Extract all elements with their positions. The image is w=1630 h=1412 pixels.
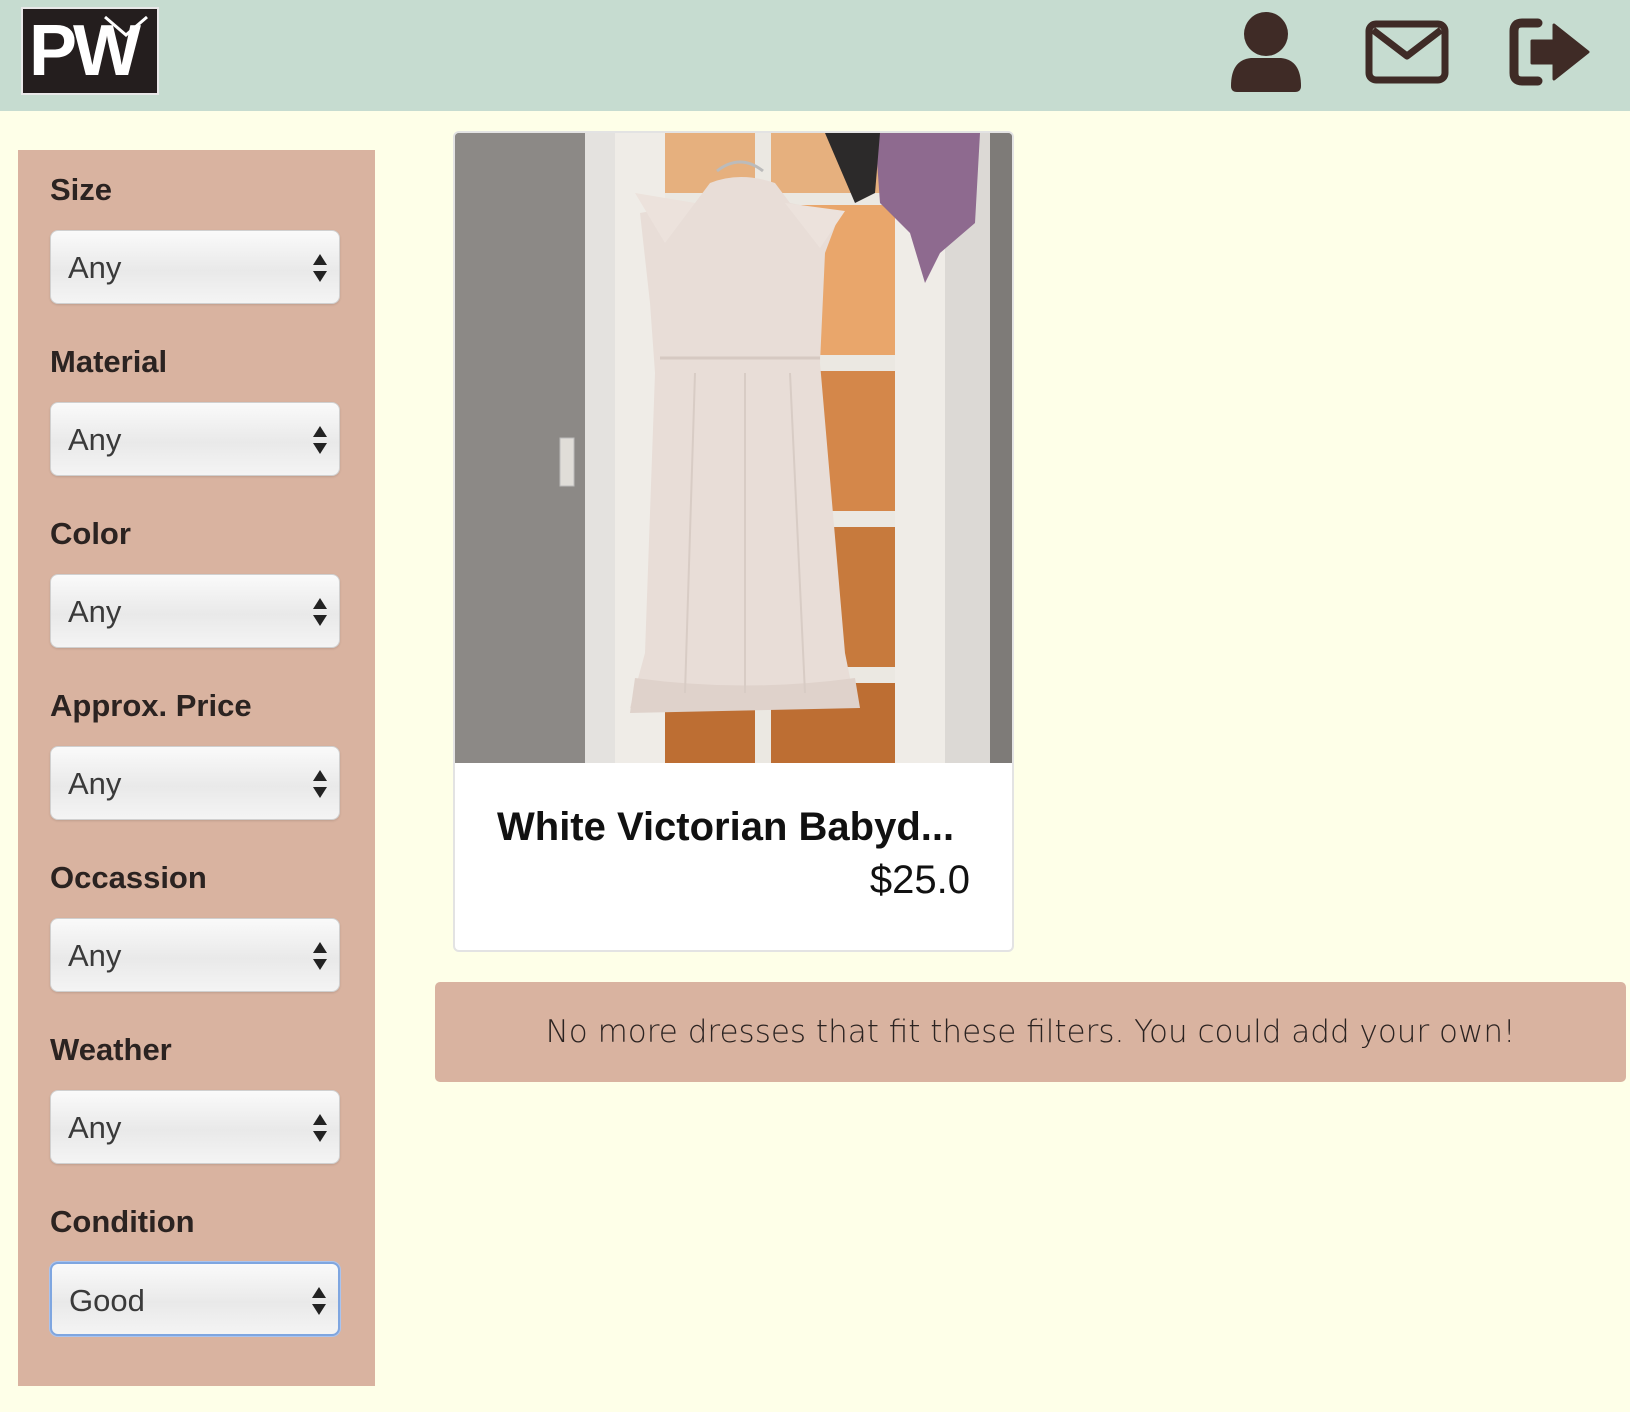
sign-out-icon [1509, 18, 1590, 86]
material-select-value: Any [68, 422, 122, 457]
logout-button[interactable] [1505, 10, 1595, 94]
messages-button[interactable] [1362, 10, 1452, 94]
top-nav-bar: PW [0, 0, 1630, 111]
weather-select-value: Any [68, 1110, 122, 1145]
pw-logo[interactable]: PW [21, 7, 159, 95]
dress-photo-illustration [455, 133, 1012, 763]
select-arrows-icon [313, 426, 327, 454]
price-select-value: Any [68, 766, 122, 801]
select-arrows-icon [313, 598, 327, 626]
filter-label-weather: Weather [50, 1032, 172, 1067]
dress-photo[interactable] [455, 133, 1012, 763]
occasion-select-value: Any [68, 938, 122, 973]
dress-listing-card[interactable]: White Victorian Babyd... $25.0 [453, 131, 1014, 952]
listing-title[interactable]: White Victorian Babyd... [497, 805, 954, 850]
filter-label-material: Material [50, 344, 168, 379]
condition-select-value: Good [69, 1283, 145, 1318]
price-select[interactable]: Any [50, 746, 340, 820]
size-select[interactable]: Any [50, 230, 340, 304]
size-select-value: Any [68, 250, 122, 285]
filter-label-size: Size [50, 172, 113, 207]
envelope-icon [1365, 20, 1449, 84]
no-more-results-notice: No more dresses that fit these filters. … [435, 982, 1626, 1082]
select-arrows-icon [313, 942, 327, 970]
weather-select[interactable]: Any [50, 1090, 340, 1164]
filter-label-price: Approx. Price [50, 688, 252, 723]
occasion-select[interactable]: Any [50, 918, 340, 992]
logo-check-mark [104, 15, 148, 37]
profile-button[interactable] [1221, 10, 1311, 94]
select-arrows-icon [312, 1287, 326, 1315]
user-icon [1231, 12, 1301, 92]
filter-sidebar: Size Any Material Any Color Any Approx. … [18, 150, 375, 1386]
filter-label-occasion: Occassion [50, 860, 207, 895]
select-arrows-icon [313, 254, 327, 282]
color-select-value: Any [68, 594, 122, 629]
select-arrows-icon [313, 770, 327, 798]
color-select[interactable]: Any [50, 574, 340, 648]
listing-price: $25.0 [869, 858, 970, 902]
filter-label-condition: Condition [50, 1204, 195, 1239]
filter-label-color: Color [50, 516, 131, 551]
condition-select[interactable]: Good [50, 1262, 340, 1336]
select-arrows-icon [313, 1114, 327, 1142]
material-select[interactable]: Any [50, 402, 340, 476]
